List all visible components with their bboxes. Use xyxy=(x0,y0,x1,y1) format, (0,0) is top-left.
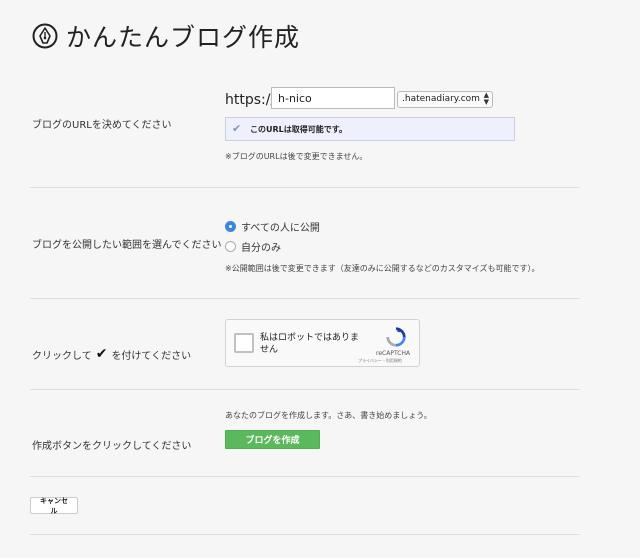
radio-button[interactable] xyxy=(225,241,236,252)
create-section-label: 作成ボタンをクリックしてください xyxy=(32,441,192,452)
availability-message: ✔ このURLは取得可能です。 xyxy=(225,117,515,141)
captcha-section-label: クリックして ✔ を付けてください xyxy=(32,346,191,362)
recaptcha-widget: 私はロボットではありません reCAPTCHA プライバシー - 利用規約 xyxy=(225,319,420,367)
url-protocol: https:// xyxy=(225,92,276,108)
visibility-section-label: ブログを公開したい範囲を選んでください xyxy=(32,240,222,251)
subdomain-input[interactable] xyxy=(271,87,395,109)
divider xyxy=(30,298,580,299)
domain-select[interactable]: .hatenadiary.com ▲ ▼ xyxy=(397,91,493,108)
radio-public[interactable]: すべての人に公開 xyxy=(225,219,320,234)
url-note: ※ブログのURLは後で変更できません。 xyxy=(225,152,368,161)
cancel-button[interactable]: キャンセル xyxy=(30,497,78,515)
visibility-note: ※公開範囲は後で変更できます（友達のみに公開するなどのカスタマイズも可能です）。 xyxy=(225,264,540,273)
page-title: かんたんブログ作成 xyxy=(66,23,301,52)
divider xyxy=(30,187,580,188)
captcha-checkbox[interactable] xyxy=(234,333,254,353)
check-icon: ✔ xyxy=(95,346,108,362)
radio-private-label: 自分のみ xyxy=(241,243,281,254)
recaptcha-links[interactable]: プライバシー - 利用規約 xyxy=(358,358,402,364)
url-section-label: ブログのURLを決めてください xyxy=(32,120,172,131)
captcha-label-after: を付けてください xyxy=(111,350,192,362)
divider xyxy=(30,476,580,477)
radio-button-selected[interactable] xyxy=(225,221,236,232)
create-blog-button[interactable]: ブログを作成 xyxy=(225,430,320,449)
check-icon: ✔ xyxy=(232,122,242,135)
captcha-text: 私はロボットではありません xyxy=(260,333,360,355)
select-arrows-icon: ▲ ▼ xyxy=(483,91,489,106)
radio-public-label: すべての人に公開 xyxy=(241,223,320,234)
availability-text: このURLは取得可能です。 xyxy=(250,125,347,134)
radio-private[interactable]: 自分のみ xyxy=(225,239,281,254)
pen-nib-icon xyxy=(32,23,58,49)
recaptcha-label: reCAPTCHA xyxy=(376,350,411,357)
create-message: あなたのブログを作成します。さあ、書き始めましょう。 xyxy=(225,411,432,420)
recaptcha-icon xyxy=(386,327,406,347)
domain-select-value: .hatenadiary.com xyxy=(402,94,480,104)
page-header: かんたんブログ作成 xyxy=(32,18,300,54)
divider xyxy=(30,389,580,390)
divider xyxy=(30,534,580,535)
captcha-label-before: クリックして xyxy=(32,350,92,362)
